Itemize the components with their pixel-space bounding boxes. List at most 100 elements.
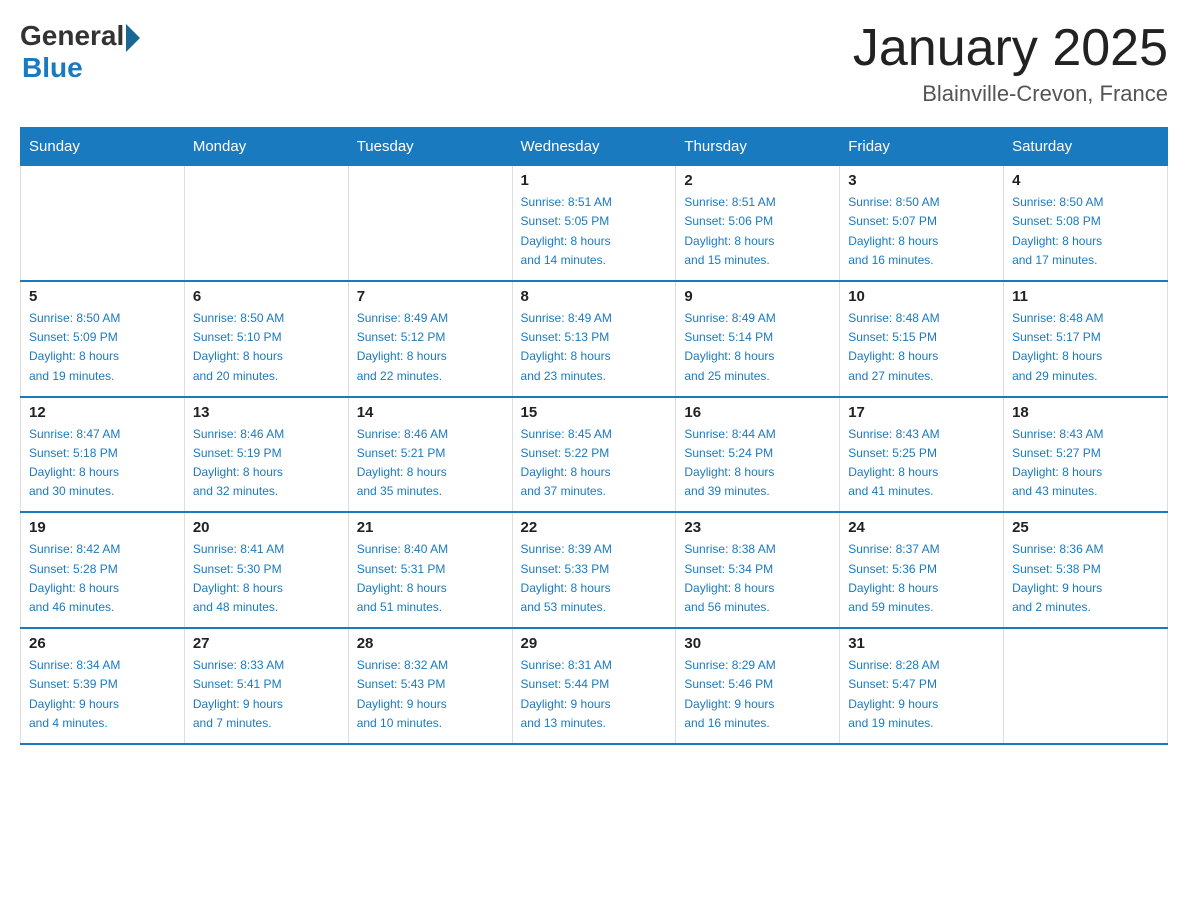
day-info: Sunrise: 8:49 AMSunset: 5:13 PMDaylight:… — [521, 309, 668, 386]
calendar-header-sunday: Sunday — [21, 128, 185, 166]
day-info: Sunrise: 8:44 AMSunset: 5:24 PMDaylight:… — [684, 425, 831, 502]
day-number: 31 — [848, 635, 995, 652]
calendar-cell: 7 Sunrise: 8:49 AMSunset: 5:12 PMDaylight… — [348, 281, 512, 397]
day-number: 4 — [1012, 172, 1159, 189]
day-info: Sunrise: 8:51 AMSunset: 5:06 PMDaylight:… — [684, 193, 831, 270]
calendar-cell: 27 Sunrise: 8:33 AMSunset: 5:41 PMDayligh… — [184, 628, 348, 744]
calendar-cell: 26 Sunrise: 8:34 AMSunset: 5:39 PMDayligh… — [21, 628, 185, 744]
logo-blue-text: Blue — [22, 52, 83, 84]
day-number: 29 — [521, 635, 668, 652]
logo-arrow-icon — [126, 24, 140, 52]
day-info: Sunrise: 8:50 AMSunset: 5:10 PMDaylight:… — [193, 309, 340, 386]
day-number: 21 — [357, 519, 504, 536]
calendar-header-thursday: Thursday — [676, 128, 840, 166]
calendar-cell: 10 Sunrise: 8:48 AMSunset: 5:15 PMDayligh… — [840, 281, 1004, 397]
day-info: Sunrise: 8:34 AMSunset: 5:39 PMDaylight:… — [29, 656, 176, 733]
day-number: 17 — [848, 404, 995, 421]
day-number: 9 — [684, 288, 831, 305]
day-number: 2 — [684, 172, 831, 189]
day-number: 8 — [521, 288, 668, 305]
calendar-cell: 18 Sunrise: 8:43 AMSunset: 5:27 PMDayligh… — [1004, 397, 1168, 513]
day-number: 7 — [357, 288, 504, 305]
day-info: Sunrise: 8:36 AMSunset: 5:38 PMDaylight:… — [1012, 540, 1159, 617]
calendar-cell: 30 Sunrise: 8:29 AMSunset: 5:46 PMDayligh… — [676, 628, 840, 744]
day-info: Sunrise: 8:37 AMSunset: 5:36 PMDaylight:… — [848, 540, 995, 617]
logo-general-text: General — [20, 20, 124, 52]
day-number: 3 — [848, 172, 995, 189]
calendar-week-row: 19 Sunrise: 8:42 AMSunset: 5:28 PMDayligh… — [21, 512, 1168, 628]
day-info: Sunrise: 8:49 AMSunset: 5:14 PMDaylight:… — [684, 309, 831, 386]
day-number: 15 — [521, 404, 668, 421]
calendar-cell: 13Sunrise: 8:46 AMSunset: 5:19 PMDayligh… — [184, 397, 348, 513]
day-info: Sunrise: 8:50 AMSunset: 5:07 PMDaylight:… — [848, 193, 995, 270]
calendar-week-row: 26 Sunrise: 8:34 AMSunset: 5:39 PMDayligh… — [21, 628, 1168, 744]
calendar-cell — [348, 166, 512, 281]
day-number: 26 — [29, 635, 176, 652]
day-number: 13 — [193, 404, 340, 421]
logo: General Blue — [20, 20, 140, 84]
calendar-cell: 8 Sunrise: 8:49 AMSunset: 5:13 PMDaylight… — [512, 281, 676, 397]
calendar-title: January 2025 — [853, 20, 1168, 77]
calendar-header-tuesday: Tuesday — [348, 128, 512, 166]
day-info: Sunrise: 8:42 AMSunset: 5:28 PMDaylight:… — [29, 540, 176, 617]
day-number: 12 — [29, 404, 176, 421]
calendar-cell — [21, 166, 185, 281]
calendar-cell: 20Sunrise: 8:41 AMSunset: 5:30 PMDayligh… — [184, 512, 348, 628]
calendar-cell: 17 Sunrise: 8:43 AMSunset: 5:25 PMDayligh… — [840, 397, 1004, 513]
day-info: Sunrise: 8:45 AMSunset: 5:22 PMDaylight:… — [521, 425, 668, 502]
day-info: Sunrise: 8:47 AMSunset: 5:18 PMDaylight:… — [29, 425, 176, 502]
calendar-cell: 4Sunrise: 8:50 AMSunset: 5:08 PMDaylight… — [1004, 166, 1168, 281]
calendar-week-row: 1Sunrise: 8:51 AMSunset: 5:05 PMDaylight… — [21, 166, 1168, 281]
day-info: Sunrise: 8:50 AMSunset: 5:09 PMDaylight:… — [29, 309, 176, 386]
calendar-header-wednesday: Wednesday — [512, 128, 676, 166]
calendar-cell: 5Sunrise: 8:50 AMSunset: 5:09 PMDaylight… — [21, 281, 185, 397]
calendar-cell: 12 Sunrise: 8:47 AMSunset: 5:18 PMDayligh… — [21, 397, 185, 513]
calendar-cell: 19 Sunrise: 8:42 AMSunset: 5:28 PMDayligh… — [21, 512, 185, 628]
calendar-cell: 28Sunrise: 8:32 AMSunset: 5:43 PMDayligh… — [348, 628, 512, 744]
calendar-cell: 22Sunrise: 8:39 AMSunset: 5:33 PMDayligh… — [512, 512, 676, 628]
day-info: Sunrise: 8:33 AMSunset: 5:41 PMDaylight:… — [193, 656, 340, 733]
day-number: 18 — [1012, 404, 1159, 421]
day-info: Sunrise: 8:40 AMSunset: 5:31 PMDaylight:… — [357, 540, 504, 617]
calendar-subtitle: Blainville-Crevon, France — [853, 81, 1168, 107]
calendar-cell: 6Sunrise: 8:50 AMSunset: 5:10 PMDaylight… — [184, 281, 348, 397]
day-number: 10 — [848, 288, 995, 305]
day-info: Sunrise: 8:38 AMSunset: 5:34 PMDaylight:… — [684, 540, 831, 617]
calendar-cell: 31 Sunrise: 8:28 AMSunset: 5:47 PMDayligh… — [840, 628, 1004, 744]
calendar-cell: 24 Sunrise: 8:37 AMSunset: 5:36 PMDayligh… — [840, 512, 1004, 628]
day-info: Sunrise: 8:41 AMSunset: 5:30 PMDaylight:… — [193, 540, 340, 617]
calendar-header-saturday: Saturday — [1004, 128, 1168, 166]
calendar-week-row: 5Sunrise: 8:50 AMSunset: 5:09 PMDaylight… — [21, 281, 1168, 397]
calendar-cell: 1Sunrise: 8:51 AMSunset: 5:05 PMDaylight… — [512, 166, 676, 281]
day-number: 19 — [29, 519, 176, 536]
day-number: 14 — [357, 404, 504, 421]
calendar-week-row: 12 Sunrise: 8:47 AMSunset: 5:18 PMDayligh… — [21, 397, 1168, 513]
day-info: Sunrise: 8:46 AMSunset: 5:21 PMDaylight:… — [357, 425, 504, 502]
day-number: 22 — [521, 519, 668, 536]
day-number: 30 — [684, 635, 831, 652]
day-number: 27 — [193, 635, 340, 652]
calendar-header-monday: Monday — [184, 128, 348, 166]
calendar-cell — [1004, 628, 1168, 744]
calendar-cell: 15 Sunrise: 8:45 AMSunset: 5:22 PMDayligh… — [512, 397, 676, 513]
day-number: 24 — [848, 519, 995, 536]
calendar-cell: 3 Sunrise: 8:50 AMSunset: 5:07 PMDaylight… — [840, 166, 1004, 281]
day-number: 11 — [1012, 288, 1159, 305]
day-info: Sunrise: 8:43 AMSunset: 5:25 PMDaylight:… — [848, 425, 995, 502]
day-info: Sunrise: 8:49 AMSunset: 5:12 PMDaylight:… — [357, 309, 504, 386]
day-info: Sunrise: 8:43 AMSunset: 5:27 PMDaylight:… — [1012, 425, 1159, 502]
day-info: Sunrise: 8:32 AMSunset: 5:43 PMDaylight:… — [357, 656, 504, 733]
day-info: Sunrise: 8:29 AMSunset: 5:46 PMDaylight:… — [684, 656, 831, 733]
calendar-cell: 29Sunrise: 8:31 AMSunset: 5:44 PMDayligh… — [512, 628, 676, 744]
title-area: January 2025 Blainville-Crevon, France — [853, 20, 1168, 107]
day-info: Sunrise: 8:48 AMSunset: 5:15 PMDaylight:… — [848, 309, 995, 386]
calendar-cell: 11Sunrise: 8:48 AMSunset: 5:17 PMDayligh… — [1004, 281, 1168, 397]
calendar-cell: 9 Sunrise: 8:49 AMSunset: 5:14 PMDaylight… — [676, 281, 840, 397]
page-header: General Blue January 2025 Blainville-Cre… — [20, 20, 1168, 107]
day-number: 1 — [521, 172, 668, 189]
calendar-cell: 21 Sunrise: 8:40 AMSunset: 5:31 PMDayligh… — [348, 512, 512, 628]
calendar-cell: 23Sunrise: 8:38 AMSunset: 5:34 PMDayligh… — [676, 512, 840, 628]
calendar-cell — [184, 166, 348, 281]
day-info: Sunrise: 8:28 AMSunset: 5:47 PMDaylight:… — [848, 656, 995, 733]
calendar-header-row: SundayMondayTuesdayWednesdayThursdayFrid… — [21, 128, 1168, 166]
